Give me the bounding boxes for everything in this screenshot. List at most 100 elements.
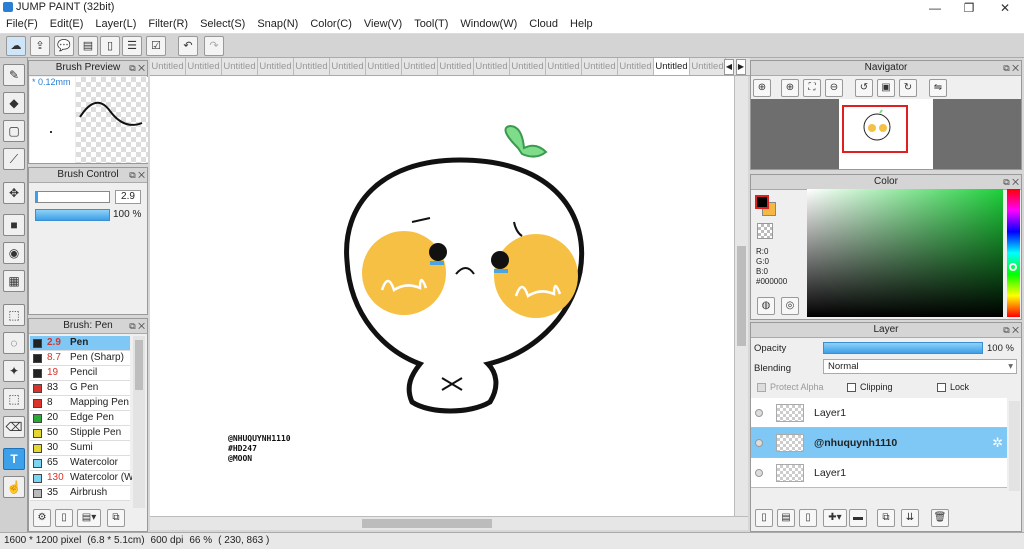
close-button[interactable]: ✕	[988, 0, 1022, 16]
cloud-sync-icon[interactable]: ☁	[6, 36, 26, 56]
menu-color[interactable]: Color(C)	[304, 16, 358, 33]
brush-item[interactable]: 8.7 Pen (Sharp)	[30, 351, 130, 366]
document-tab[interactable]: Untitled	[438, 58, 474, 75]
delete-layer-icon[interactable]: 🗑	[931, 509, 949, 527]
menu-cloud[interactable]: Cloud	[523, 16, 564, 33]
brush-tool-icon[interactable]: ✎	[3, 64, 25, 86]
document-tab[interactable]: Untitled	[618, 58, 654, 75]
redo-button[interactable]: ↷	[204, 36, 224, 56]
brush-opacity-slider[interactable]	[35, 209, 110, 221]
bucket-tool-icon[interactable]: ◉	[3, 242, 25, 264]
new-brush-icon[interactable]: ▯	[55, 509, 73, 527]
select-pen-icon[interactable]: ⬚	[3, 388, 25, 410]
panel-close-icon[interactable]: ⧉ ✕	[129, 169, 145, 181]
undo-button[interactable]: ↶	[178, 36, 198, 56]
canvas-vertical-scrollbar[interactable]	[734, 76, 748, 516]
primary-color-swatch[interactable]	[755, 195, 769, 209]
share-icon[interactable]: ⇪	[30, 36, 50, 56]
brush-settings-icon[interactable]: ⚙	[33, 509, 51, 527]
brush-size-slider[interactable]	[35, 191, 110, 203]
layer-row[interactable]: Layer1	[751, 398, 1007, 428]
brush-item[interactable]: 50 Stipple Pen	[30, 426, 130, 441]
menu-file[interactable]: File(F)	[0, 16, 44, 33]
protect-alpha-checkbox[interactable]	[757, 383, 766, 392]
maximize-button[interactable]: ❐	[952, 0, 986, 16]
brush-item[interactable]: 65 Watercolor	[30, 456, 130, 471]
hue-slider[interactable]	[1007, 189, 1020, 317]
document-tab[interactable]: Untitled	[402, 58, 438, 75]
panel-close-icon[interactable]: ⧉ ✕	[1003, 176, 1019, 188]
eraser-tool-icon[interactable]: ◆	[3, 92, 25, 114]
panel-close-icon[interactable]: ⧉ ✕	[129, 320, 145, 332]
folder-icon[interactable]: ▬	[849, 509, 867, 527]
document-tab[interactable]: Untitled	[150, 58, 186, 75]
tab-scroll-left-icon[interactable]: ◀	[724, 59, 734, 75]
text-tool-icon[interactable]: T	[3, 448, 25, 470]
visibility-eye-icon[interactable]	[755, 469, 763, 477]
hand-tool-icon[interactable]: ☝	[3, 476, 25, 498]
document-tab[interactable]: Untitled	[222, 58, 258, 75]
scroll-thumb[interactable]	[737, 246, 746, 346]
select-rect-icon[interactable]: ⬚	[3, 304, 25, 326]
panel-close-icon[interactable]: ⧉ ✕	[1003, 62, 1019, 74]
document-tab[interactable]: Untitled	[366, 58, 402, 75]
layer-opacity-slider[interactable]	[823, 342, 983, 354]
brush-item[interactable]: 83 G Pen	[30, 381, 130, 396]
palette-icon[interactable]: ◍	[757, 297, 775, 315]
lasso-tool-icon[interactable]: ◌	[3, 332, 25, 354]
page-icon[interactable]: ▯	[100, 36, 120, 56]
layer-row[interactable]: @nhuquynh1110 ✲	[751, 428, 1007, 458]
panel-close-icon[interactable]: ⧉ ✕	[1003, 324, 1019, 336]
document-tab[interactable]: Untitled	[690, 58, 726, 75]
document-tab[interactable]: Untitled	[582, 58, 618, 75]
brush-item[interactable]: 20 Edge Pen	[30, 411, 130, 426]
layer-add-menu-icon[interactable]: ✚▾	[823, 509, 847, 527]
blending-select[interactable]: Normal ▾	[823, 359, 1017, 374]
color-picker-icon[interactable]: ◎	[781, 297, 799, 315]
menu-view[interactable]: View(V)	[358, 16, 408, 33]
brush-item[interactable]: 8 Mapping Pen	[30, 396, 130, 411]
brush-menu-icon[interactable]: ▤▾	[77, 509, 101, 527]
brush-copy-icon[interactable]: ⧉	[107, 509, 125, 527]
merge-layer-icon[interactable]: ⇊	[901, 509, 919, 527]
zoom-fit-icon[interactable]: ⊕	[753, 79, 771, 97]
brush-item[interactable]: 19 Pencil	[30, 366, 130, 381]
new-text-layer-icon[interactable]: ▤	[777, 509, 795, 527]
menu-help[interactable]: Help	[564, 16, 599, 33]
document-tab[interactable]: Untitled	[258, 58, 294, 75]
new-raster-layer-icon[interactable]: ▯	[799, 509, 817, 527]
list-icon[interactable]: ☰	[122, 36, 142, 56]
zoom-in-icon[interactable]: ⊕	[781, 79, 799, 97]
brush-item[interactable]: 130 Watercolor (W	[30, 471, 132, 486]
gear-icon[interactable]: ✲	[992, 435, 1003, 451]
fill-rect-tool-icon[interactable]: ■	[3, 214, 25, 236]
drawing-canvas[interactable]: @NHUQUYNH1110 #HD247 @MOON	[150, 76, 734, 516]
layer-row[interactable]: Layer1	[751, 458, 1007, 488]
flip-icon[interactable]: ⇋	[929, 79, 947, 97]
menu-tool[interactable]: Tool(T)	[408, 16, 454, 33]
rotate-right-icon[interactable]: ↻	[899, 79, 917, 97]
brush-size-value[interactable]: 2.9	[115, 190, 141, 204]
scroll-thumb[interactable]	[135, 340, 143, 390]
menu-layer[interactable]: Layer(L)	[89, 16, 142, 33]
duplicate-layer-icon[interactable]: ⧉	[877, 509, 895, 527]
magic-wand-icon[interactable]: ✦	[3, 360, 25, 382]
comment-icon[interactable]: ▤	[78, 36, 98, 56]
fit-window-icon[interactable]: ⛶	[803, 79, 821, 97]
tab-scroll-right-icon[interactable]: ▶	[736, 59, 746, 75]
brush-item[interactable]: 30 Sumi	[30, 441, 130, 456]
menu-window[interactable]: Window(W)	[454, 16, 523, 33]
menu-filter[interactable]: Filter(R)	[142, 16, 194, 33]
brush-item[interactable]: 2.9 Pen	[30, 336, 130, 351]
canvas-horizontal-scrollbar[interactable]	[150, 516, 748, 530]
minimize-button[interactable]: —	[918, 0, 952, 16]
navigator-viewport[interactable]	[751, 99, 1021, 169]
rectangle-tool-icon[interactable]: ▢	[3, 120, 25, 142]
hue-handle[interactable]	[1009, 263, 1017, 271]
reset-view-icon[interactable]: ▣	[877, 79, 895, 97]
document-tab[interactable]: Untitled	[546, 58, 582, 75]
visibility-eye-icon[interactable]	[755, 439, 763, 447]
gradient-tool-icon[interactable]: ▦	[3, 270, 25, 292]
layer-list-scrollbar[interactable]	[1009, 401, 1020, 491]
new-layer-icon[interactable]: ▯	[755, 509, 773, 527]
